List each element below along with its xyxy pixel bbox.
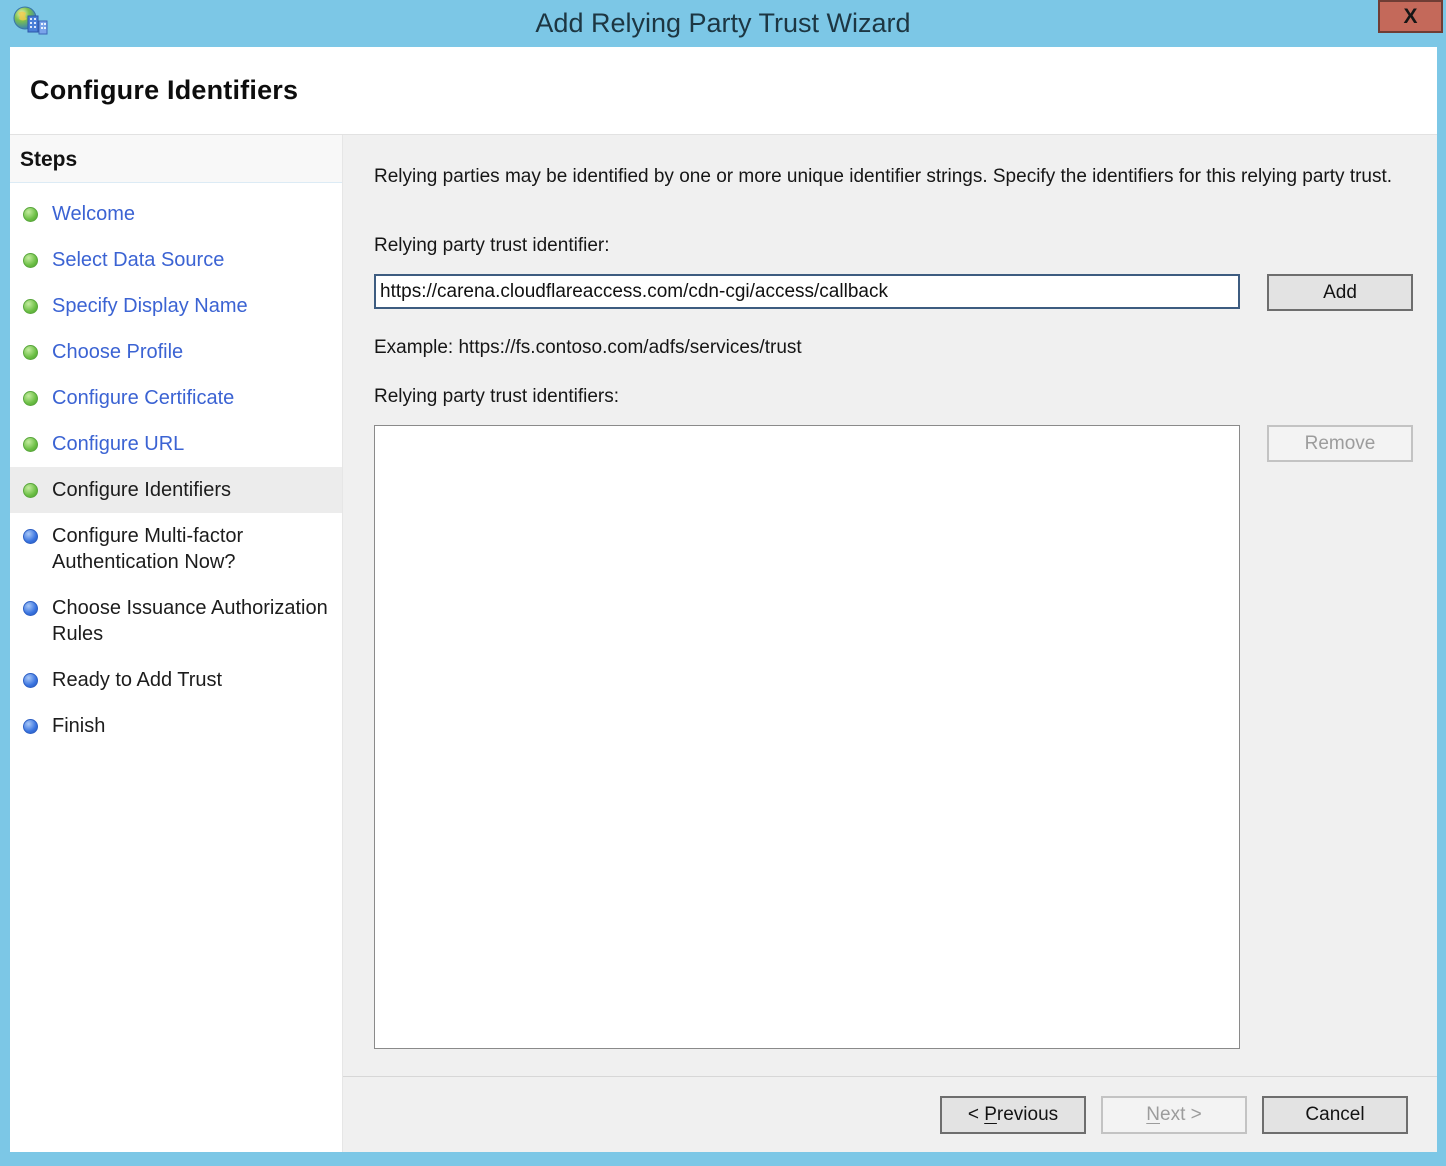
step-choose-issuance-rules: Choose Issuance Authorization Rules [10, 585, 342, 657]
step-configure-identifiers[interactable]: Configure Identifiers [10, 467, 342, 513]
example-text: Example: https://fs.contoso.com/adfs/ser… [374, 337, 1437, 359]
step-select-data-source[interactable]: Select Data Source [10, 237, 342, 283]
page-header: Configure Identifiers [10, 47, 1437, 135]
step-completed-bullet-icon [23, 299, 38, 314]
step-choose-profile[interactable]: Choose Profile [10, 329, 342, 375]
identifiers-listbox[interactable] [374, 425, 1240, 1049]
close-button[interactable]: X [1378, 0, 1443, 33]
previous-button[interactable]: < Previous [940, 1096, 1086, 1134]
step-configure-url[interactable]: Configure URL [10, 421, 342, 467]
footer-button-bar: < Previous Next > Cancel [343, 1076, 1437, 1152]
step-completed-bullet-icon [23, 483, 38, 498]
cancel-button[interactable]: Cancel [1262, 1096, 1408, 1134]
page-heading: Configure Identifiers [30, 75, 298, 106]
step-configure-multifactor: Configure Multi-factor Authentication No… [10, 513, 342, 585]
step-upcoming-bullet-icon [23, 529, 38, 544]
identifier-input[interactable] [374, 274, 1240, 309]
step-upcoming-bullet-icon [23, 719, 38, 734]
identifier-input-row: Add [374, 274, 1437, 311]
step-completed-bullet-icon [23, 253, 38, 268]
step-upcoming-bullet-icon [23, 673, 38, 688]
remove-button[interactable]: Remove [1267, 425, 1413, 462]
step-welcome[interactable]: Welcome [10, 191, 342, 237]
identifier-label: Relying party trust identifier: [374, 235, 1437, 257]
step-completed-bullet-icon [23, 207, 38, 222]
steps-list: Welcome Select Data Source Specify Displ… [10, 183, 342, 749]
step-completed-bullet-icon [23, 437, 38, 452]
identifiers-listbox-row: Remove [374, 425, 1437, 1049]
step-configure-certificate[interactable]: Configure Certificate [10, 375, 342, 421]
step-upcoming-bullet-icon [23, 601, 38, 616]
page-description: Relying parties may be identified by one… [374, 163, 1394, 190]
wizard-frame: Configure Identifiers Steps Welcome Sele… [10, 47, 1437, 1152]
steps-panel: Steps Welcome Select Data Source Specify… [10, 135, 343, 1152]
step-ready-to-add-trust: Ready to Add Trust [10, 657, 342, 703]
step-finish: Finish [10, 703, 342, 749]
wizard-window: Add Relying Party Trust Wizard X Configu… [0, 0, 1446, 1166]
wizard-body: Steps Welcome Select Data Source Specify… [10, 135, 1437, 1152]
step-completed-bullet-icon [23, 345, 38, 360]
step-completed-bullet-icon [23, 391, 38, 406]
window-title: Add Relying Party Trust Wizard [0, 8, 1446, 39]
titlebar: Add Relying Party Trust Wizard X [0, 0, 1446, 47]
steps-header: Steps [10, 135, 342, 183]
add-button[interactable]: Add [1267, 274, 1413, 311]
next-button[interactable]: Next > [1101, 1096, 1247, 1134]
step-specify-display-name[interactable]: Specify Display Name [10, 283, 342, 329]
main-column: Relying parties may be identified by one… [343, 135, 1437, 1152]
identifiers-list-label: Relying party trust identifiers: [374, 386, 1437, 408]
content-panel: Relying parties may be identified by one… [343, 135, 1437, 1076]
adfs-globe-buildings-icon [12, 5, 50, 48]
